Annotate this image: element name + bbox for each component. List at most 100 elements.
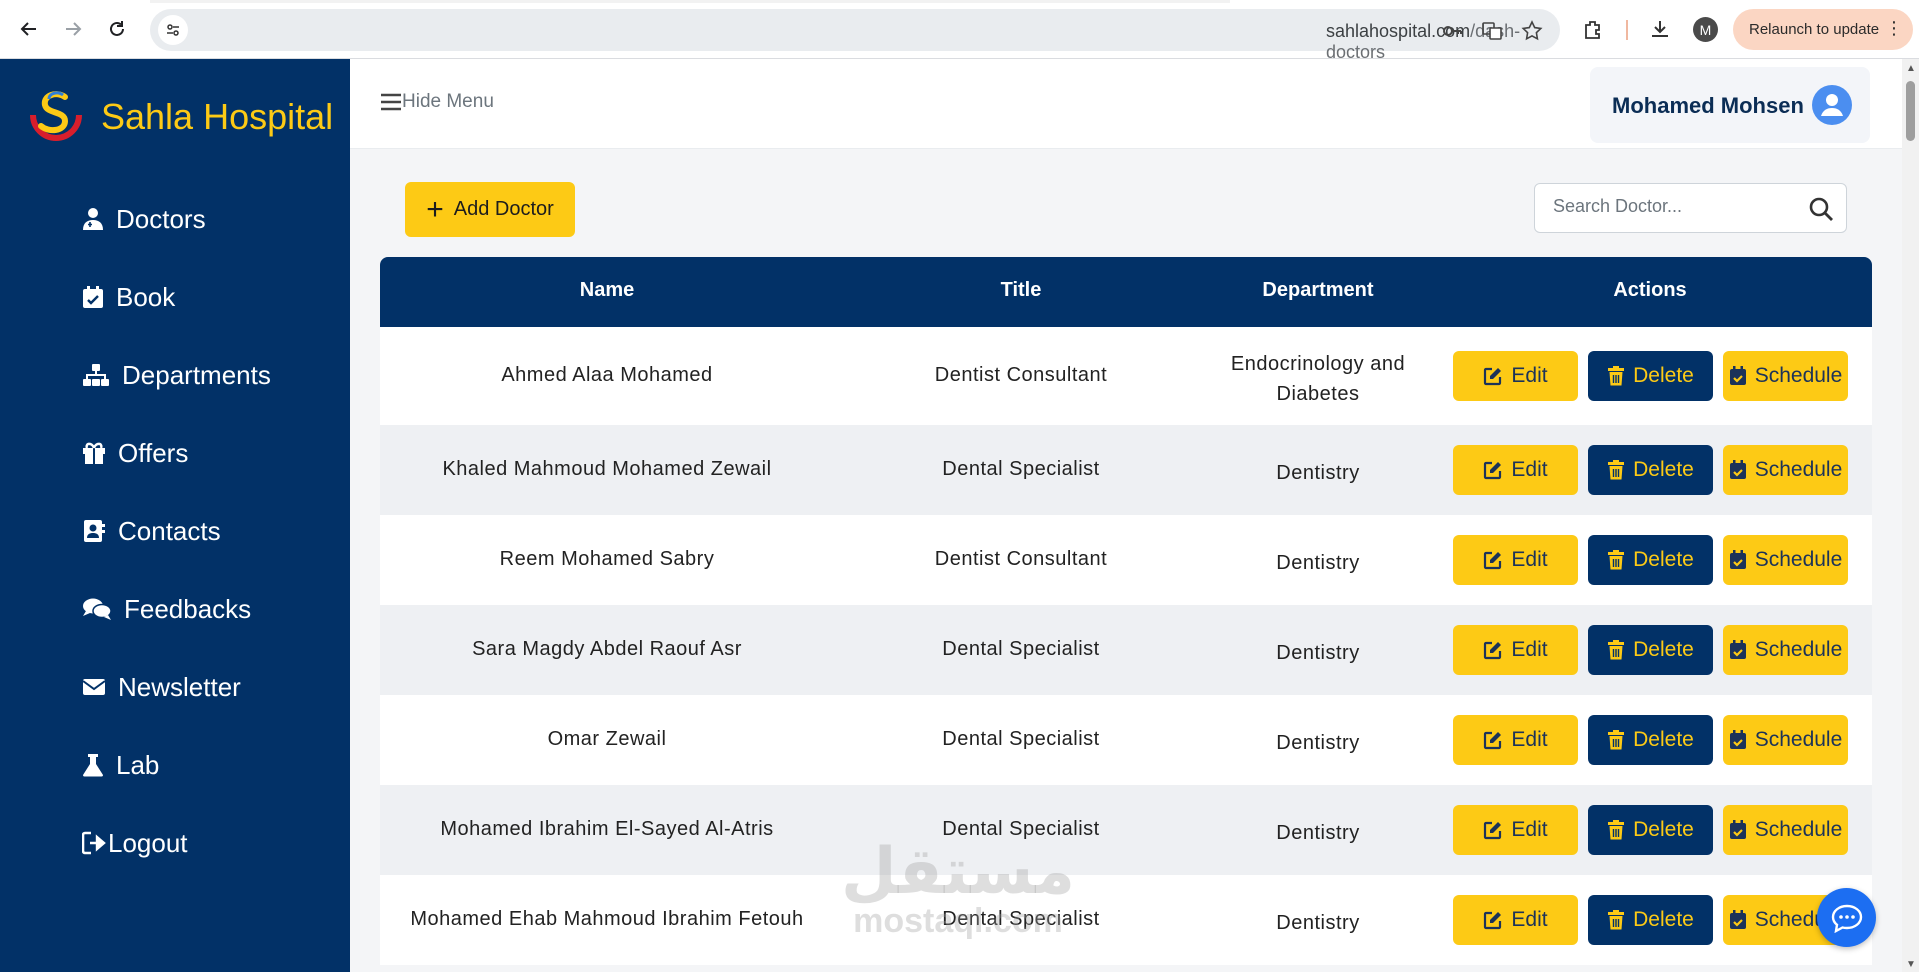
user-doctor-icon (83, 208, 103, 230)
trash-icon (1608, 820, 1625, 840)
arrow-right-icon (66, 22, 82, 36)
calendar-check-icon (1729, 640, 1746, 659)
calendar-check-icon (1729, 366, 1746, 385)
search-doctor-field[interactable] (1534, 183, 1847, 233)
sidebar-item-doctors[interactable]: Doctors (82, 199, 206, 239)
search-input[interactable] (1553, 196, 1803, 217)
delete-button[interactable]: Delete (1588, 445, 1713, 495)
sidebar-item-book[interactable]: Book (82, 277, 175, 317)
column-header-title: Title (1000, 279, 1042, 301)
address-book-icon (84, 520, 105, 542)
hide-menu-toggle[interactable]: Hide Menu (380, 91, 494, 113)
user-name: Mohamed Mohsen (1612, 93, 1804, 118)
edit-button[interactable]: Edit (1453, 625, 1578, 675)
cell-department: Dentistry (1276, 462, 1360, 484)
hamburger-icon (381, 93, 401, 111)
cell-name: Reem Mohamed Sabry (499, 548, 715, 570)
schedule-button[interactable]: Schedule (1723, 715, 1848, 765)
delete-button[interactable]: Delete (1588, 805, 1713, 855)
edit-button[interactable]: Edit (1453, 351, 1578, 401)
site-info-button[interactable] (158, 15, 188, 45)
scroll-thumb[interactable] (1906, 81, 1915, 141)
delete-button[interactable]: Delete (1588, 625, 1713, 675)
relaunch-button[interactable]: Relaunch to update ⋮ (1733, 9, 1913, 50)
address-bar[interactable]: sahlahospital.com/dash-doctors (150, 9, 1560, 62)
table-header: Name Title Department Actions (380, 257, 1872, 327)
schedule-button[interactable]: Schedule (1723, 445, 1848, 495)
sidebar-item-newsletter[interactable]: Newsletter (82, 667, 241, 707)
trash-icon (1608, 550, 1625, 570)
scroll-up-arrow[interactable]: ▲ (1906, 63, 1916, 74)
edit-button[interactable]: Edit (1453, 895, 1578, 945)
tab-strip-accent (150, 0, 1230, 3)
sidebar-item-departments[interactable]: Departments (82, 355, 271, 395)
edit-button[interactable]: Edit (1453, 805, 1578, 855)
sitemap-icon (83, 364, 109, 386)
gift-icon (83, 442, 105, 464)
search-icon[interactable] (1808, 196, 1834, 222)
cell-name: Mohamed Ehab Mahmoud Ibrahim Fetouh (410, 908, 804, 930)
toolbar-divider (1626, 20, 1628, 40)
extensions-icon[interactable] (1578, 14, 1608, 44)
bookmark-star-icon[interactable] (1520, 19, 1544, 43)
translate-icon[interactable] (1480, 19, 1504, 43)
delete-button[interactable]: Delete (1588, 715, 1713, 765)
reload-button[interactable] (102, 14, 132, 44)
column-header-department: Department (1262, 279, 1374, 301)
column-header-name: Name (579, 279, 635, 301)
cell-department: Dentistry (1276, 552, 1360, 574)
sidebar-item-logout[interactable]: Logout (82, 823, 188, 863)
cell-department: Dentistry (1276, 822, 1360, 844)
sidebar-item-feedbacks[interactable]: Feedbacks (82, 589, 251, 629)
cell-title: Dentist Consultant (934, 364, 1108, 386)
page-scrollbar[interactable]: ▲ ▼ (1902, 59, 1919, 972)
calendar-check-icon (1729, 460, 1746, 479)
scroll-down-arrow[interactable]: ▼ (1906, 959, 1916, 970)
cell-title: Dental Specialist (942, 458, 1100, 480)
cell-title: Dental Specialist (942, 638, 1100, 660)
pen-square-icon (1484, 367, 1502, 386)
sidebar: Sahla Hospital Doctors Book Departments … (0, 59, 350, 972)
schedule-button[interactable]: Schedule (1723, 625, 1848, 675)
pen-square-icon (1484, 641, 1502, 660)
hospital-logo-icon (30, 91, 82, 141)
top-header: Hide Menu Mohamed Mohsen (350, 59, 1902, 149)
tune-icon (167, 24, 179, 36)
edit-button[interactable]: Edit (1453, 535, 1578, 585)
cell-title: Dentist Consultant (934, 548, 1108, 570)
back-button[interactable] (14, 14, 44, 44)
delete-button[interactable]: Delete (1588, 351, 1713, 401)
cell-name: Ahmed Alaa Mohamed (501, 364, 713, 386)
sidebar-item-lab[interactable]: Lab (82, 745, 159, 785)
chat-bubble-icon (1831, 904, 1862, 933)
delete-button[interactable]: Delete (1588, 535, 1713, 585)
pen-square-icon (1484, 731, 1502, 750)
schedule-button[interactable]: Schedule (1723, 805, 1848, 855)
pen-square-icon (1484, 461, 1502, 480)
schedule-button[interactable]: Schedule (1723, 351, 1848, 401)
sidebar-item-offers[interactable]: Offers (82, 433, 188, 473)
profile-avatar[interactable]: M (1693, 17, 1718, 42)
doctors-table: Name Title Department Actions Ahmed Alaa… (380, 257, 1872, 972)
schedule-button[interactable]: Schedule (1723, 535, 1848, 585)
delete-button[interactable]: Delete (1588, 895, 1713, 945)
forward-button[interactable] (58, 14, 88, 44)
add-doctor-button[interactable]: + Add Doctor (405, 182, 575, 237)
edit-button[interactable]: Edit (1453, 445, 1578, 495)
password-key-icon[interactable] (1440, 19, 1464, 43)
calendar-check-icon (1729, 550, 1746, 569)
brand-name: Sahla Hospital (101, 96, 334, 137)
trash-icon (1608, 460, 1625, 480)
user-profile-card[interactable]: Mohamed Mohsen (1590, 67, 1870, 143)
cell-title: Dental Specialist (942, 728, 1100, 750)
arrow-left-icon (20, 22, 36, 36)
edit-button[interactable]: Edit (1453, 715, 1578, 765)
cell-title: Dental Specialist (942, 818, 1100, 840)
downloads-icon[interactable] (1645, 14, 1675, 44)
chat-button[interactable] (1817, 888, 1876, 947)
brand-logo[interactable]: Sahla Hospital (25, 84, 345, 148)
column-header-actions: Actions (1613, 279, 1687, 301)
sidebar-item-contacts[interactable]: Contacts (82, 511, 221, 551)
trash-icon (1608, 730, 1625, 750)
pen-square-icon (1484, 821, 1502, 840)
